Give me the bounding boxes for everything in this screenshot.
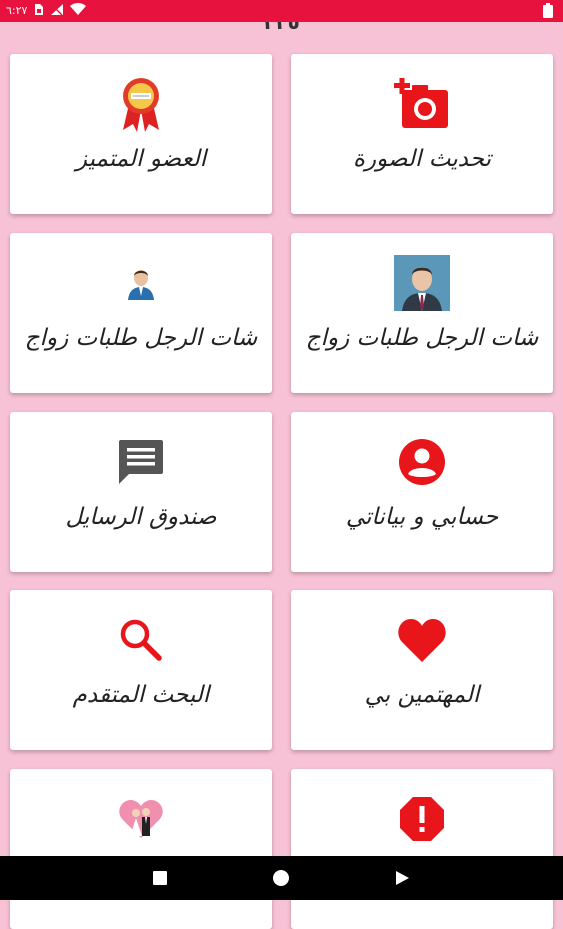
- card-premium-member[interactable]: العضو المتميز: [10, 54, 272, 214]
- add-photo-icon: [394, 78, 448, 128]
- sim-icon: [35, 4, 43, 15]
- card-label: صندوق الرسايل: [65, 504, 217, 530]
- card-label: البحث المتقدم: [72, 682, 210, 708]
- wifi-icon: [70, 3, 86, 15]
- card-interested-in-me[interactable]: المهتمين بي: [291, 590, 553, 750]
- card-marriage[interactable]: [10, 769, 272, 929]
- card-men-chat-photo[interactable]: شات الرجل طلبات زواج: [291, 233, 553, 393]
- partial-title: ٢٢٥: [0, 22, 563, 30]
- man-suit-photo-icon: [394, 255, 450, 311]
- square-icon: [153, 871, 167, 885]
- circle-icon: [273, 870, 289, 886]
- card-men-chat[interactable]: شات الرجل طلبات زواج: [10, 233, 272, 393]
- back-button[interactable]: [392, 868, 412, 888]
- battery-icon: [543, 3, 553, 18]
- card-advanced-search[interactable]: البحث المتقدم: [10, 590, 272, 750]
- wedding-couple-icon: [119, 800, 163, 838]
- header-peek: ٢٢٥: [0, 22, 563, 30]
- alert-octagon-icon: [400, 797, 444, 841]
- search-icon: [120, 619, 162, 661]
- card-label: شات الرجل طلبات زواج: [305, 325, 539, 351]
- home-button[interactable]: [271, 868, 291, 888]
- navigation-bar: [0, 856, 563, 900]
- award-ribbon-icon: [123, 78, 159, 132]
- signal-icon: [51, 4, 63, 16]
- triangle-icon: [396, 871, 409, 885]
- message-icon: [119, 440, 163, 484]
- card-messages[interactable]: صندوق الرسايل: [10, 412, 272, 572]
- man-avatar-icon: [128, 270, 154, 300]
- card-report[interactable]: [291, 769, 553, 929]
- card-label: المهتمين بي: [364, 682, 480, 708]
- card-label: شات الرجل طلبات زواج: [24, 325, 258, 351]
- card-update-photo[interactable]: تحديث الصورة: [291, 54, 553, 214]
- status-time: ٦:٢٧: [6, 4, 28, 17]
- recent-apps-button[interactable]: [150, 868, 170, 888]
- card-label: العضو المتميز: [75, 146, 207, 172]
- card-my-account[interactable]: حسابي و بياناتي: [291, 412, 553, 572]
- heart-icon: [398, 619, 446, 662]
- card-label: تحديث الصورة: [353, 146, 491, 172]
- status-bar: ٦:٢٧: [0, 0, 563, 22]
- status-icons: [34, 3, 86, 16]
- card-label: حسابي و بياناتي: [345, 504, 499, 530]
- account-circle-icon: [399, 439, 445, 485]
